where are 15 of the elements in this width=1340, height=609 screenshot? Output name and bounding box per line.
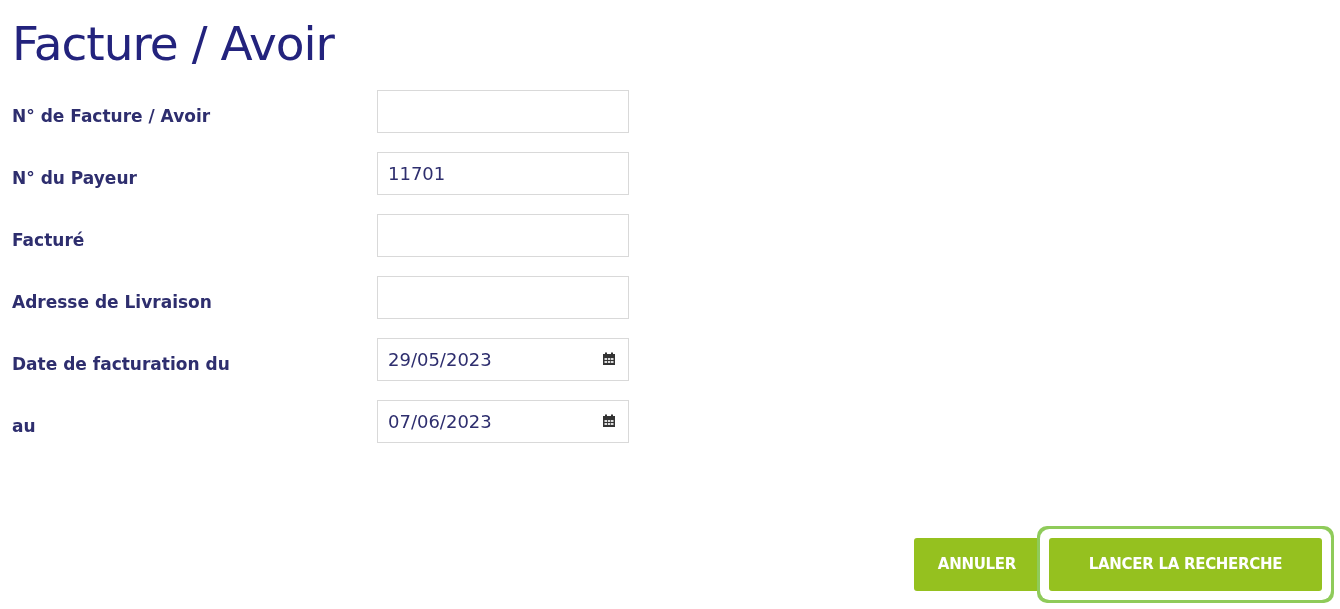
field-label: Date de facturation du xyxy=(12,352,231,376)
field-label: Adresse de Livraison xyxy=(12,290,213,314)
input-field[interactable] xyxy=(377,89,629,133)
field-label: Facturé xyxy=(12,228,86,252)
input-field[interactable] xyxy=(377,213,629,257)
page-title: Facture / Avoir xyxy=(12,18,336,70)
calendar-icon[interactable] xyxy=(602,413,616,428)
input-field[interactable]: 11701 xyxy=(377,151,629,195)
date-field[interactable]: 07/06/2023 xyxy=(377,399,629,443)
calendar-icon[interactable] xyxy=(602,351,616,366)
input-field[interactable] xyxy=(377,275,629,319)
field-label: N° du Payeur xyxy=(12,166,138,190)
date-field[interactable]: 29/05/2023 xyxy=(377,337,629,381)
field-label: N° de Facture / Avoir xyxy=(12,104,212,128)
field-label: au xyxy=(12,414,37,438)
